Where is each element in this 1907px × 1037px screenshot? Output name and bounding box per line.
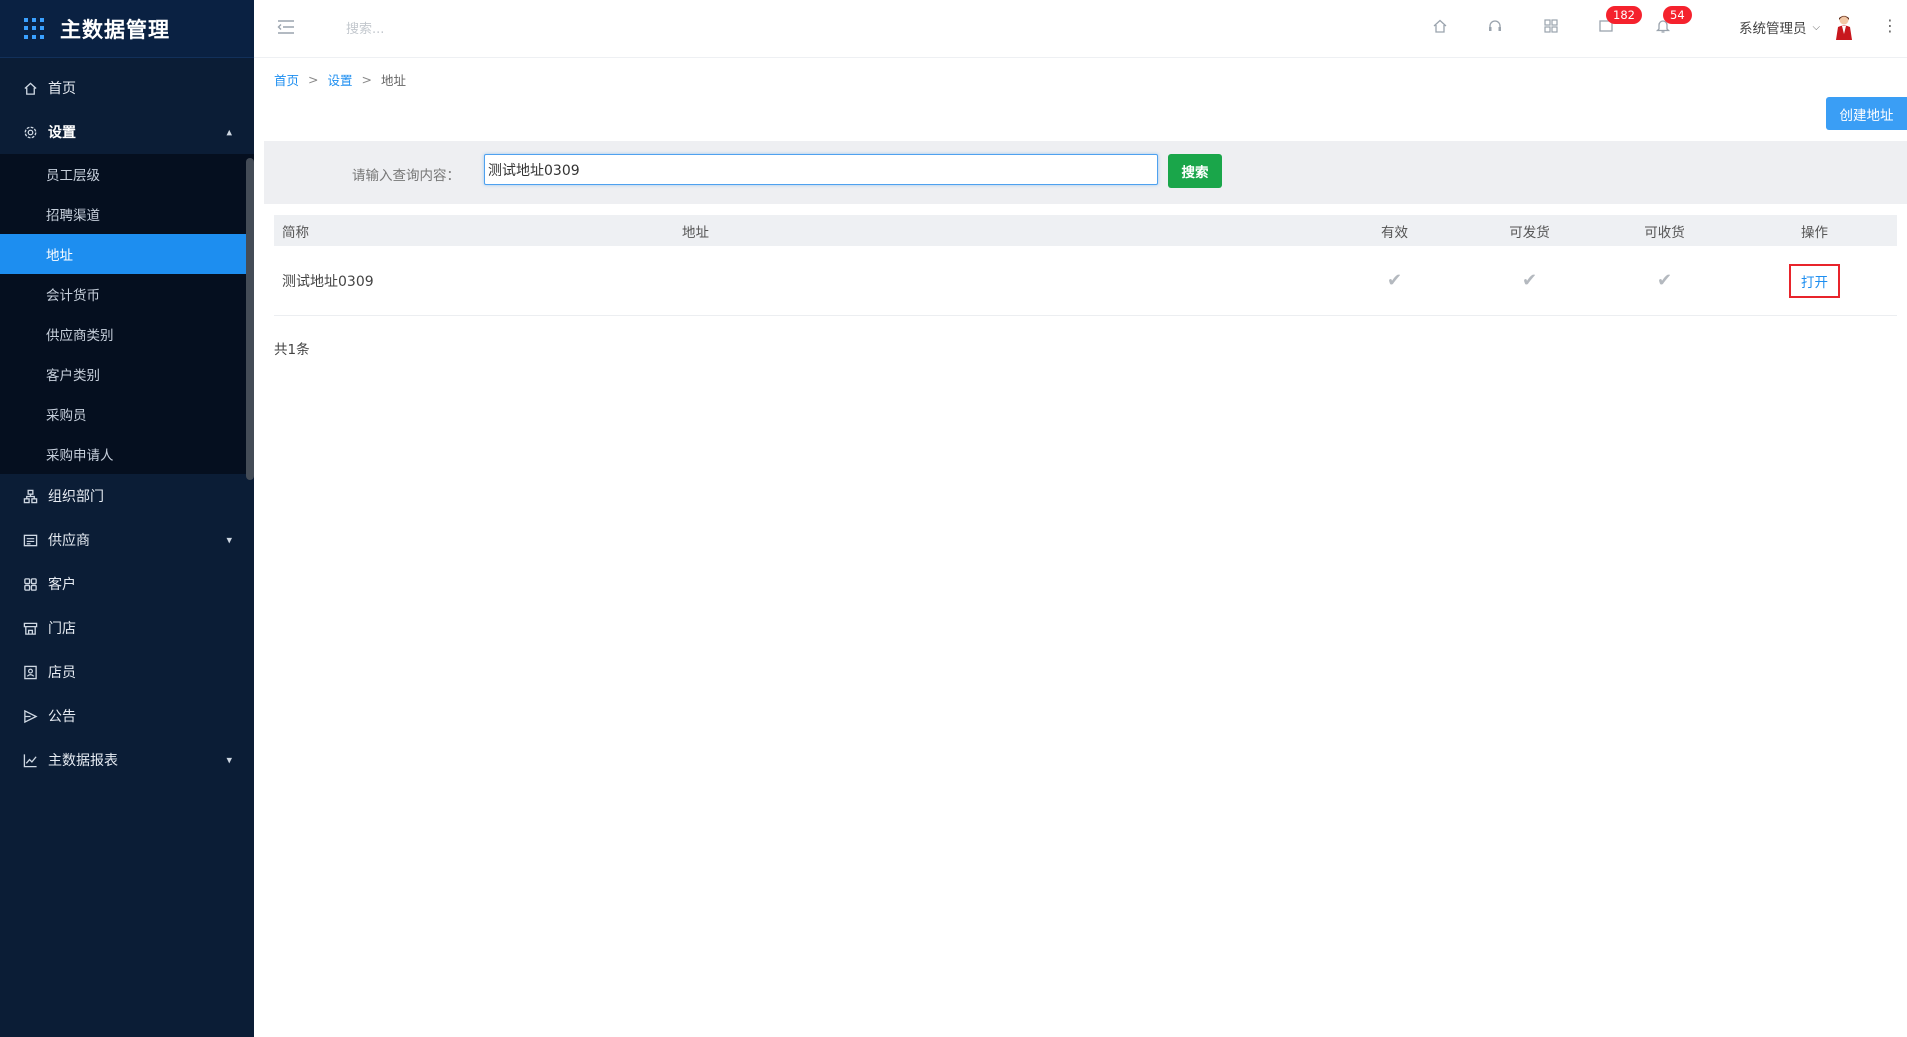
report-icon [22, 752, 38, 768]
notification-badge: 54 [1663, 6, 1692, 24]
breadcrumb-separator: > [308, 72, 319, 87]
sidebar-subitem-employee-level[interactable]: 员工层级 [0, 154, 254, 194]
gear-icon [22, 124, 38, 140]
search-panel: 请输入查询内容： 搜索 [264, 141, 1907, 204]
header-can-receive[interactable]: 可收货 [1597, 221, 1732, 241]
search-button[interactable]: 搜索 [1168, 154, 1222, 188]
supplier-icon [22, 532, 38, 548]
app-grid-icon [24, 17, 46, 40]
total-count: 共1条 [274, 342, 310, 358]
message-badge: 182 [1606, 6, 1642, 24]
sidebar-menu: 首页 设置 ▴ 员工层级 招聘渠道 地址 会计货币 供应商类别 客户类别 采购员… [0, 58, 254, 782]
header-action: 操作 [1801, 224, 1828, 241]
cell-action: 打开 [1732, 263, 1897, 298]
cell-name: 测试地址0309 [282, 273, 374, 290]
app-logo: 主数据管理 [0, 0, 254, 58]
search-input[interactable] [484, 154, 1158, 185]
sidebar-item-home[interactable]: 首页 [0, 66, 254, 110]
sidebar-scrollbar[interactable] [246, 158, 254, 480]
org-icon [22, 488, 38, 504]
chevron-down-icon: ▾ [226, 533, 232, 547]
sidebar-item-label: 设置 [48, 125, 76, 141]
breadcrumb-settings[interactable]: 设置 [328, 70, 353, 89]
user-menu[interactable]: 系统管理员 ⌵ [1739, 17, 1820, 37]
open-link[interactable]: 打开 [1789, 263, 1840, 298]
announcement-icon [22, 708, 38, 724]
sidebar-item-announcement[interactable]: 公告 [0, 694, 254, 738]
check-icon: ✔ [1521, 270, 1538, 291]
sidebar-item-org[interactable]: 组织部门 [0, 474, 254, 518]
sidebar-item-customer[interactable]: 客户 [0, 562, 254, 606]
customer-icon [22, 576, 38, 592]
sidebar-subitem-requester[interactable]: 采购申请人 [0, 434, 254, 474]
cell-can-ship: ✔ [1462, 270, 1597, 291]
chevron-up-icon: ▴ [226, 125, 232, 139]
sidebar-item-label: 店员 [48, 665, 76, 681]
sidebar-subitem-purchaser[interactable]: 采购员 [0, 394, 254, 434]
cell-can-receive: ✔ [1597, 270, 1732, 291]
home-icon [22, 80, 38, 96]
sidebar-item-label: 客户 [48, 577, 76, 593]
headset-icon[interactable] [1485, 16, 1505, 36]
sidebar-item-label: 公告 [48, 709, 76, 725]
top-header: 搜索... 182 54 系统管理员 ⌵ ⋮ [254, 0, 1907, 58]
check-icon: ✔ [1386, 270, 1403, 291]
store-icon [22, 620, 38, 636]
sidebar-item-supplier[interactable]: 供应商 ▾ [0, 518, 254, 562]
header-search-input[interactable]: 搜索... [346, 18, 384, 37]
header-name[interactable]: 简称 [274, 221, 682, 241]
settings-submenu: 员工层级 招聘渠道 地址 会计货币 供应商类别 客户类别 采购员 采购申请人 [0, 154, 254, 474]
sidebar-item-label: 门店 [48, 621, 76, 637]
header-address[interactable]: 地址 [682, 221, 1327, 241]
sidebar-subitem-customer-category[interactable]: 客户类别 [0, 354, 254, 394]
app-title: 主数据管理 [60, 17, 170, 42]
chevron-down-icon: ⌵ [1812, 21, 1821, 33]
breadcrumb-current: 地址 [381, 73, 407, 88]
bell-icon[interactable]: 54 [1653, 6, 1692, 36]
main-content: 首页 > 设置 > 地址 创建地址 请输入查询内容： 搜索 简称 地址 有效 可… [254, 58, 1907, 1037]
message-icon[interactable]: 182 [1596, 6, 1642, 36]
user-name: 系统管理员 [1739, 21, 1807, 37]
sidebar-item-label: 首页 [48, 81, 76, 97]
table-row[interactable]: 测试地址0309 ✔ ✔ ✔ 打开 [274, 246, 1897, 316]
cell-valid: ✔ [1327, 270, 1462, 291]
create-address-button[interactable]: 创建地址 [1826, 97, 1907, 130]
sidebar-subitem-address[interactable]: 地址 [0, 234, 254, 274]
search-label: 请输入查询内容： [352, 168, 460, 184]
menu-toggle-icon[interactable] [276, 17, 296, 37]
table-header: 简称 地址 有效 可发货 可收货 操作 [274, 215, 1897, 246]
clerk-icon [22, 664, 38, 680]
sidebar-item-clerk[interactable]: 店员 [0, 650, 254, 694]
header-valid[interactable]: 有效 [1327, 221, 1462, 241]
sidebar-item-settings[interactable]: 设置 ▴ [0, 110, 254, 154]
sidebar: 主数据管理 首页 设置 ▴ 员工层级 招聘渠道 地址 会计货币 供应商类别 客户… [0, 0, 254, 1037]
apps-icon[interactable] [1541, 16, 1561, 36]
sidebar-subitem-currency[interactable]: 会计货币 [0, 274, 254, 314]
breadcrumb-separator: > [361, 72, 372, 87]
header-can-ship[interactable]: 可发货 [1462, 221, 1597, 241]
avatar[interactable] [1834, 14, 1854, 40]
check-icon: ✔ [1656, 270, 1673, 291]
chevron-down-icon: ▾ [226, 753, 232, 767]
sidebar-item-label: 组织部门 [48, 489, 104, 505]
breadcrumb: 首页 > 设置 > 地址 [274, 70, 406, 89]
sidebar-item-report[interactable]: 主数据报表 ▾ [0, 738, 254, 782]
breadcrumb-home[interactable]: 首页 [274, 70, 299, 89]
home-icon[interactable] [1430, 16, 1450, 36]
sidebar-item-label: 供应商 [48, 533, 90, 549]
sidebar-subitem-recruit-channel[interactable]: 招聘渠道 [0, 194, 254, 234]
sidebar-subitem-supplier-category[interactable]: 供应商类别 [0, 314, 254, 354]
sidebar-item-label: 主数据报表 [48, 753, 118, 769]
more-vertical-icon[interactable]: ⋮ [1882, 16, 1898, 36]
sidebar-item-store[interactable]: 门店 [0, 606, 254, 650]
address-table: 简称 地址 有效 可发货 可收货 操作 测试地址0309 ✔ ✔ ✔ 打开 [274, 215, 1897, 316]
